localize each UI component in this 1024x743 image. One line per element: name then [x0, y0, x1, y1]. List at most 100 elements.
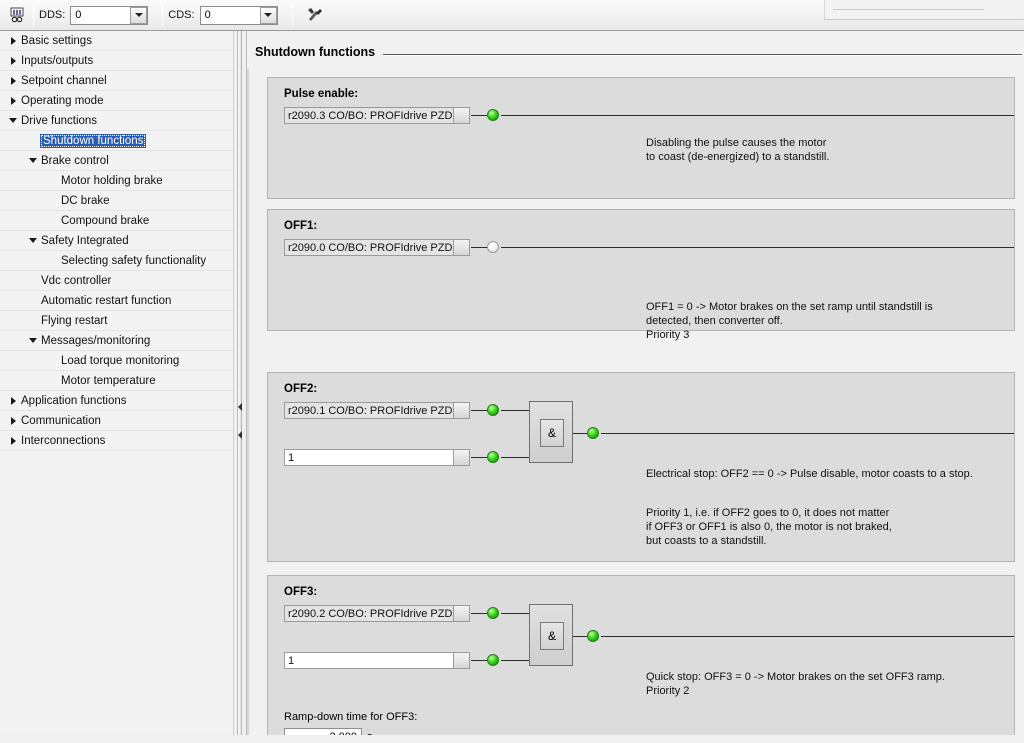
sidebar-empty-area	[0, 451, 233, 743]
chevron-down-icon[interactable]	[26, 338, 40, 343]
dds-dropdown-arrow[interactable]	[130, 6, 148, 24]
sidebar-item-label: Drive functions	[21, 114, 98, 127]
navigation-sidebar[interactable]: Basic settings Inputs/outputs Setpoint cha…	[0, 31, 233, 743]
off3-source-value: r2090.2 CO/BO: PROFIdrive PZD	[288, 607, 453, 620]
wire-pulse-enable-right	[501, 115, 1014, 116]
sidebar-item-brake-control[interactable]: Brake control	[0, 151, 233, 171]
off1-source-field[interactable]: r2090.0 CO/BO: PROFIdrive PZD	[284, 239, 470, 256]
sidebar-item-motor-temperature[interactable]: Motor temperature	[0, 371, 233, 391]
sidebar-item-automatic-restart-function[interactable]: Automatic restart function	[0, 291, 233, 311]
off3-and-gate-symbol: &	[540, 622, 564, 650]
off2-source-value: r2090.1 CO/BO: PROFIdrive PZD	[288, 404, 453, 417]
wire-off3-in2-b	[501, 660, 529, 661]
panel-title: OFF2:	[284, 383, 318, 395]
panel-off2: OFF2: r2090.1 CO/BO: PROFIdrive PZD 1 & …	[267, 372, 1015, 562]
chevron-right-icon[interactable]	[6, 36, 20, 45]
led-off2-input-1	[487, 404, 499, 416]
pulse-enable-source-field[interactable]: r2090.3 CO/BO: PROFIdrive PZD	[284, 107, 470, 124]
wire-off2-in1-b	[501, 410, 529, 411]
pulse-enable-source-button[interactable]	[453, 108, 469, 123]
sidebar-item-label: Interconnections	[21, 434, 106, 447]
chevron-down-icon[interactable]	[26, 158, 40, 163]
splitter-collapse-arrow-top[interactable]	[238, 403, 242, 411]
led-off2-input-2	[487, 451, 499, 463]
device-icon[interactable]	[6, 4, 28, 26]
dds-combo[interactable]: 0	[70, 5, 149, 25]
sidebar-item-operating-mode[interactable]: Operating mode	[0, 91, 233, 111]
off2-source-button[interactable]	[453, 403, 469, 418]
navigation-tree[interactable]: Basic settings Inputs/outputs Setpoint cha…	[0, 31, 233, 451]
sidebar-item-label: Selecting safety functionality	[61, 254, 207, 267]
sidebar-item-dc-brake[interactable]: DC brake	[0, 191, 233, 211]
sidebar-item-flying-restart[interactable]: Flying restart	[0, 311, 233, 331]
ramp-down-time-label: Ramp-down time for OFF3:	[284, 711, 418, 723]
sidebar-splitter[interactable]	[233, 31, 245, 743]
sidebar-item-label: Safety Integrated	[41, 234, 129, 247]
off2-second-value: 1	[288, 451, 295, 464]
off2-source-field[interactable]: r2090.1 CO/BO: PROFIdrive PZD	[284, 402, 470, 419]
sidebar-item-setpoint-channel[interactable]: Setpoint channel	[0, 71, 233, 91]
sidebar-item-basic-settings[interactable]: Basic settings	[0, 31, 233, 51]
sidebar-item-communication[interactable]: Communication	[0, 411, 233, 431]
panels-scroll-area[interactable]: Pulse enable: r2090.3 CO/BO: PROFIdrive …	[247, 69, 1024, 743]
chevron-right-icon[interactable]	[6, 76, 20, 85]
chevron-down-icon[interactable]	[6, 118, 20, 123]
sidebar-item-motor-holding-brake[interactable]: Motor holding brake	[0, 171, 233, 191]
off1-source-button[interactable]	[453, 240, 469, 255]
sidebar-item-compound-brake[interactable]: Compound brake	[0, 211, 233, 231]
chevron-right-icon[interactable]	[6, 416, 20, 425]
off2-description: Electrical stop: OFF2 == 0 -> Pulse disa…	[646, 468, 973, 480]
wire-off1-left	[471, 247, 487, 248]
chevron-down-icon[interactable]	[26, 238, 40, 243]
cds-combo[interactable]: 0	[199, 5, 278, 25]
off3-description: Quick stop: OFF3 = 0 -> Motor brakes on …	[646, 671, 945, 697]
tools-icon[interactable]	[304, 4, 326, 26]
sidebar-item-vdc-controller[interactable]: Vdc controller	[0, 271, 233, 291]
toolbar-right-stub	[824, 0, 1024, 20]
off3-source-field[interactable]: r2090.2 CO/BO: PROFIdrive PZD	[284, 605, 470, 622]
chevron-right-icon[interactable]	[6, 396, 20, 405]
sidebar-item-inputs-outputs[interactable]: Inputs/outputs	[0, 51, 233, 71]
off3-second-field[interactable]: 1	[284, 652, 470, 669]
off3-source-button[interactable]	[453, 606, 469, 621]
sidebar-item-safety-integrated[interactable]: Safety Integrated	[0, 231, 233, 251]
wire-off3-in1-a	[471, 613, 487, 614]
off2-second-field[interactable]: 1	[284, 449, 470, 466]
sidebar-item-shutdown-functions[interactable]: Shutdown functions	[0, 131, 233, 151]
wire-off3-in2-a	[471, 660, 487, 661]
window-bottom-strip	[0, 735, 1024, 743]
sidebar-item-drive-functions[interactable]: Drive functions	[0, 111, 233, 131]
sidebar-item-label: Brake control	[41, 154, 109, 167]
pulse-enable-source-value: r2090.3 CO/BO: PROFIdrive PZD	[288, 109, 453, 122]
sidebar-item-label: Messages/monitoring	[41, 334, 151, 347]
off3-and-gate: &	[529, 604, 573, 666]
cds-label: CDS:	[168, 9, 195, 21]
cds-dropdown-arrow[interactable]	[259, 6, 277, 24]
sidebar-item-label: DC brake	[61, 194, 110, 207]
wire-off3-out-a	[573, 636, 587, 637]
off3-second-button[interactable]	[453, 653, 469, 668]
sidebar-item-interconnections[interactable]: Interconnections	[0, 431, 233, 451]
splitter-collapse-arrow-bottom[interactable]	[238, 431, 242, 439]
cds-value: 0	[204, 9, 211, 21]
sidebar-item-selecting-safety-functionality[interactable]: Selecting safety functionality	[0, 251, 233, 271]
title-rule	[383, 54, 1022, 56]
sidebar-item-load-torque-monitoring[interactable]: Load torque monitoring	[0, 351, 233, 371]
sidebar-item-label: Inputs/outputs	[21, 54, 94, 67]
wire-pulse-enable-left	[471, 115, 487, 116]
chevron-right-icon[interactable]	[6, 56, 20, 65]
sidebar-item-application-functions[interactable]: Application functions	[0, 391, 233, 411]
off1-description: OFF1 = 0 -> Motor brakes on the set ramp…	[646, 301, 933, 341]
chevron-right-icon[interactable]	[6, 96, 20, 105]
sidebar-item-label: Basic settings	[21, 34, 92, 47]
off2-second-button[interactable]	[453, 450, 469, 465]
pulse-enable-description: Disabling the pulse causes the motor to …	[646, 137, 830, 163]
toolbar-separator-2	[162, 4, 164, 26]
sidebar-item-label: Shutdown functions	[40, 133, 147, 148]
sidebar-item-label: Application functions	[21, 394, 127, 407]
sidebar-item-label: Communication	[21, 414, 101, 427]
chevron-right-icon[interactable]	[6, 436, 20, 445]
sidebar-item-messages-monitoring[interactable]: Messages/monitoring	[0, 331, 233, 351]
main-toolbar: DDS: 0 CDS: 0	[0, 0, 1024, 31]
led-off3-input-1	[487, 607, 499, 619]
